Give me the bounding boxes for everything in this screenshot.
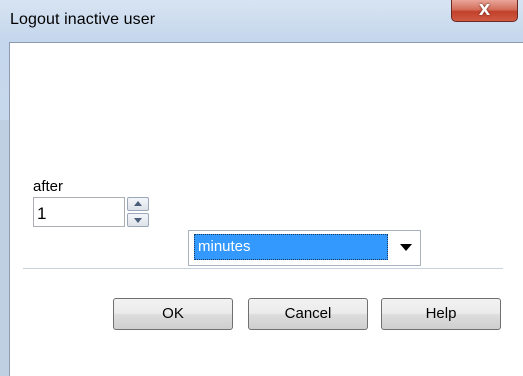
- close-button[interactable]: X: [451, 0, 518, 22]
- close-icon: X: [478, 1, 491, 19]
- window-title: Logout inactive user: [10, 11, 156, 28]
- separator-line: [23, 268, 503, 270]
- dialog-window: Logout inactive user X after minutes OK …: [0, 0, 523, 376]
- title-bar[interactable]: Logout inactive user X: [0, 0, 523, 42]
- spin-down-button[interactable]: [127, 213, 149, 227]
- spin-down-arrow-icon: [134, 218, 142, 223]
- chevron-down-icon[interactable]: [400, 244, 412, 251]
- after-label: after: [33, 178, 64, 195]
- cancel-button[interactable]: Cancel: [248, 298, 368, 330]
- frame-edge: [0, 120, 9, 376]
- spin-up-arrow-icon: [134, 201, 142, 206]
- ok-button[interactable]: OK: [113, 298, 233, 330]
- duration-input[interactable]: [33, 197, 125, 227]
- time-unit-selected-value: minutes: [194, 234, 388, 260]
- duration-spinner: [127, 197, 149, 227]
- help-button[interactable]: Help: [381, 298, 501, 330]
- time-unit-select[interactable]: minutes: [188, 230, 421, 266]
- spin-up-button[interactable]: [127, 197, 149, 211]
